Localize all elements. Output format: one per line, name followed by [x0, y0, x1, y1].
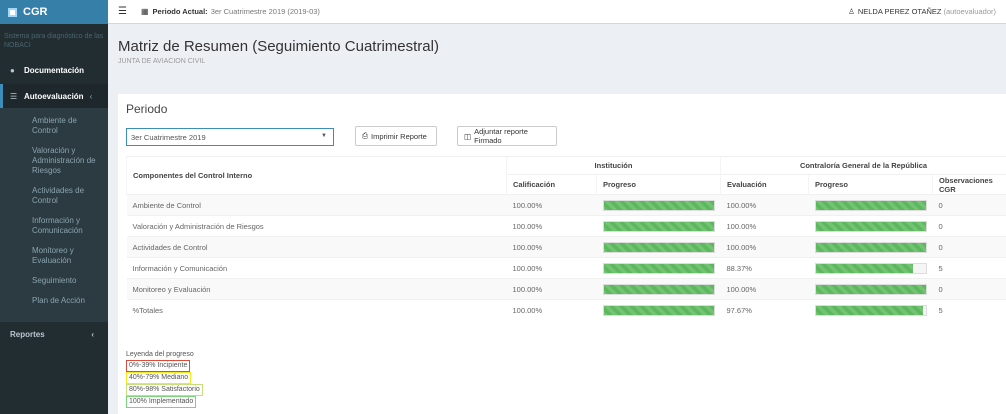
- logo-icon: [8, 7, 17, 17]
- calificacion-value: 100.00%: [506, 257, 597, 279]
- main-content: Matriz de Resumen (Seguimiento Cuatrimes…: [108, 24, 1006, 414]
- sidebar-item-documentacion[interactable]: ● Documentación: [0, 56, 108, 84]
- cgr-progress-bar: [814, 220, 927, 232]
- legend-mediano: 40%-79% Mediano: [126, 372, 192, 384]
- observaciones-value: 5: [932, 257, 1006, 279]
- col-calificacion: Calificación: [506, 174, 597, 195]
- chevron-icon: ‹: [89, 91, 93, 101]
- period-value: 3er Cuatrimestre 2019 (2019-03): [210, 7, 320, 16]
- component-name: Valoración y Administración de Riesgos: [126, 215, 507, 237]
- cgr-progress-bar: [814, 283, 927, 295]
- table-row: Valoración y Administración de Riesgos 1…: [126, 215, 1006, 237]
- sidebar-subitem[interactable]: Monitoreo y Evaluación: [0, 246, 108, 266]
- user-icon: ♙: [848, 7, 855, 16]
- component-name: %Totales: [126, 299, 507, 321]
- col-progreso-cgr: Progreso: [808, 174, 933, 195]
- autoevaluacion-submenu: Ambiente de Control Valoración y Adminis…: [0, 108, 108, 322]
- sidebar: CGR Sistema para diagnóstico de las NOBA…: [0, 0, 108, 414]
- summary-box: Periodo 3er Cuatrimestre 2019 ▼ ⎙ Imprimir…: [118, 94, 1006, 414]
- component-name: Actividades de Control: [126, 236, 507, 258]
- col-group-institucion: Institución: [506, 156, 721, 175]
- chevron-icon: ‹: [91, 329, 94, 339]
- table-row: Información y Comunicación 100.00% 88.37…: [126, 257, 1006, 279]
- sidebar-subitem[interactable]: Plan de Acción: [0, 296, 108, 306]
- app-logo[interactable]: CGR: [0, 0, 108, 24]
- page-subtitle: JUNTA DE AVIACION CIVIL: [118, 58, 206, 65]
- list-icon: ☰: [10, 91, 18, 101]
- user-role: (autoevaluador): [943, 7, 996, 16]
- observaciones-value: 0: [932, 278, 1006, 300]
- caret-down-icon: ▼: [321, 133, 327, 139]
- printer-icon: ⎙: [362, 131, 368, 140]
- calificacion-value: 100.00%: [506, 278, 597, 300]
- legend-implementado: 100% Implementado: [126, 396, 197, 408]
- evaluacion-value: 100.00%: [720, 278, 809, 300]
- component-name: Ambiente de Control: [126, 194, 507, 216]
- sidebar-subitem[interactable]: Información y Comunicación: [0, 216, 108, 236]
- cgr-progress-bar: [814, 262, 927, 274]
- menu-toggle-icon[interactable]: ☰: [118, 6, 127, 17]
- progress-legend: Leyenda del progreso 0%-39% Incipiente 4…: [126, 350, 203, 408]
- institucion-progress-bar: [602, 283, 715, 295]
- component-name: Información y Comunicación: [126, 257, 507, 279]
- observaciones-value: 0: [932, 194, 1006, 216]
- table-row: Actividades de Control 100.00% 100.00% 0: [126, 236, 1006, 258]
- calendar-icon: ▦: [140, 7, 149, 16]
- sidebar-item-reportes[interactable]: Reportes ‹: [0, 322, 108, 346]
- evaluacion-value: 100.00%: [720, 236, 809, 258]
- col-observaciones: Observaciones CGR: [932, 174, 1006, 195]
- evaluacion-value: 100.00%: [720, 215, 809, 237]
- col-group-contraloria: Contraloría General de la República: [720, 156, 1006, 175]
- legend-incipiente: 0%-39% Incipiente: [126, 360, 191, 372]
- evaluacion-value: 100.00%: [720, 194, 809, 216]
- print-report-button[interactable]: ⎙ Imprimir Reporte: [355, 126, 437, 146]
- legend-satisfactorio: 80%-98% Satisfactorio: [126, 384, 203, 396]
- sidebar-subitem[interactable]: Actividades de Control: [0, 186, 108, 206]
- table-row: Ambiente de Control 100.00% 100.00% 0: [126, 194, 1006, 216]
- component-name: Monitoreo y Evaluación: [126, 278, 507, 300]
- table-row-totals: %Totales 100.00% 97.67% 5: [126, 299, 1006, 321]
- upload-signed-report-button[interactable]: ◫ Adjuntar reporte Firmado: [457, 126, 557, 146]
- col-evaluacion: Evaluación: [720, 174, 809, 195]
- period-label: Periodo Actual:: [152, 7, 208, 16]
- calificacion-value: 100.00%: [506, 215, 597, 237]
- topbar: ☰ ▦ Periodo Actual: 3er Cuatrimestre 201…: [108, 0, 1006, 24]
- institucion-progress-bar: [602, 262, 715, 274]
- user-name: NELDA PEREZ OTAÑEZ: [857, 7, 942, 16]
- system-description: Sistema para diagnóstico de las NOBACI: [4, 33, 104, 49]
- cgr-progress-bar: [814, 241, 927, 253]
- sidebar-item-autoevaluacion[interactable]: ☰ Autoevaluación ‹: [0, 84, 108, 108]
- cgr-progress-bar: [814, 199, 927, 211]
- file-icon: ◫: [464, 131, 472, 141]
- calificacion-value: 100.00%: [506, 236, 597, 258]
- periodo-title: Periodo: [126, 102, 168, 116]
- institucion-progress-bar: [602, 199, 715, 211]
- periodo-select[interactable]: 3er Cuatrimestre 2019 ▼: [126, 128, 334, 146]
- user-menu[interactable]: ♙ NELDA PEREZ OTAÑEZ (autoevaluador): [848, 7, 996, 16]
- table-row: Monitoreo y Evaluación 100.00% 100.00% 0: [126, 278, 1006, 300]
- cgr-progress-bar: [814, 304, 927, 316]
- col-progreso: Progreso: [596, 174, 721, 195]
- book-icon: ●: [10, 65, 15, 75]
- evaluacion-value: 97.67%: [720, 299, 809, 321]
- page-title: Matriz de Resumen (Seguimiento Cuatrimes…: [118, 38, 439, 55]
- observaciones-value: 0: [932, 215, 1006, 237]
- calificacion-value: 100.00%: [506, 299, 597, 321]
- calificacion-value: 100.00%: [506, 194, 597, 216]
- summary-table: Componentes del Control Interno Instituc…: [126, 156, 1006, 321]
- institucion-progress-bar: [602, 241, 715, 253]
- observaciones-value: 0: [932, 236, 1006, 258]
- sidebar-subitem[interactable]: Ambiente de Control: [0, 116, 108, 136]
- col-componentes: Componentes del Control Interno: [126, 156, 507, 195]
- sidebar-subitem[interactable]: Valoración y Administración de Riesgos: [0, 146, 108, 176]
- institucion-progress-bar: [602, 304, 715, 316]
- observaciones-value: 5: [932, 299, 1006, 321]
- institucion-progress-bar: [602, 220, 715, 232]
- evaluacion-value: 88.37%: [720, 257, 809, 279]
- sidebar-subitem[interactable]: Seguimiento: [0, 276, 108, 286]
- legend-title: Leyenda del progreso: [126, 351, 194, 358]
